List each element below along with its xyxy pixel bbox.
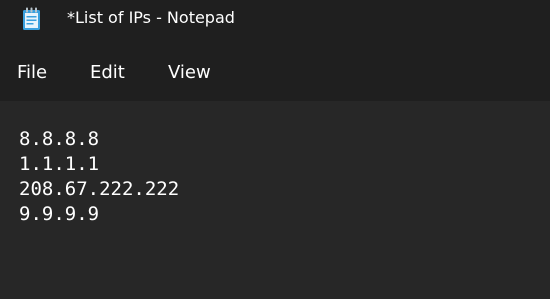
text-editor[interactable]: 8.8.8.8 1.1.1.1 208.67.222.222 9.9.9.9 bbox=[0, 101, 550, 299]
menu-bar: File Edit View bbox=[0, 40, 550, 101]
document-text[interactable]: 8.8.8.8 1.1.1.1 208.67.222.222 9.9.9.9 bbox=[19, 127, 179, 227]
notepad-icon bbox=[23, 7, 40, 30]
text-line[interactable]: 8.8.8.8 bbox=[19, 127, 179, 152]
menu-view[interactable]: View bbox=[168, 62, 211, 84]
text-line[interactable]: 208.67.222.222 bbox=[19, 177, 179, 202]
window-title: *List of IPs - Notepad bbox=[67, 8, 235, 27]
text-line[interactable]: 1.1.1.1 bbox=[19, 152, 179, 177]
menu-file[interactable]: File bbox=[17, 62, 47, 84]
title-bar[interactable]: *List of IPs - Notepad bbox=[0, 0, 550, 40]
notepad-window: *List of IPs - Notepad File Edit View 8.… bbox=[0, 0, 550, 299]
menu-edit[interactable]: Edit bbox=[90, 62, 125, 84]
text-line[interactable]: 9.9.9.9 bbox=[19, 202, 179, 227]
